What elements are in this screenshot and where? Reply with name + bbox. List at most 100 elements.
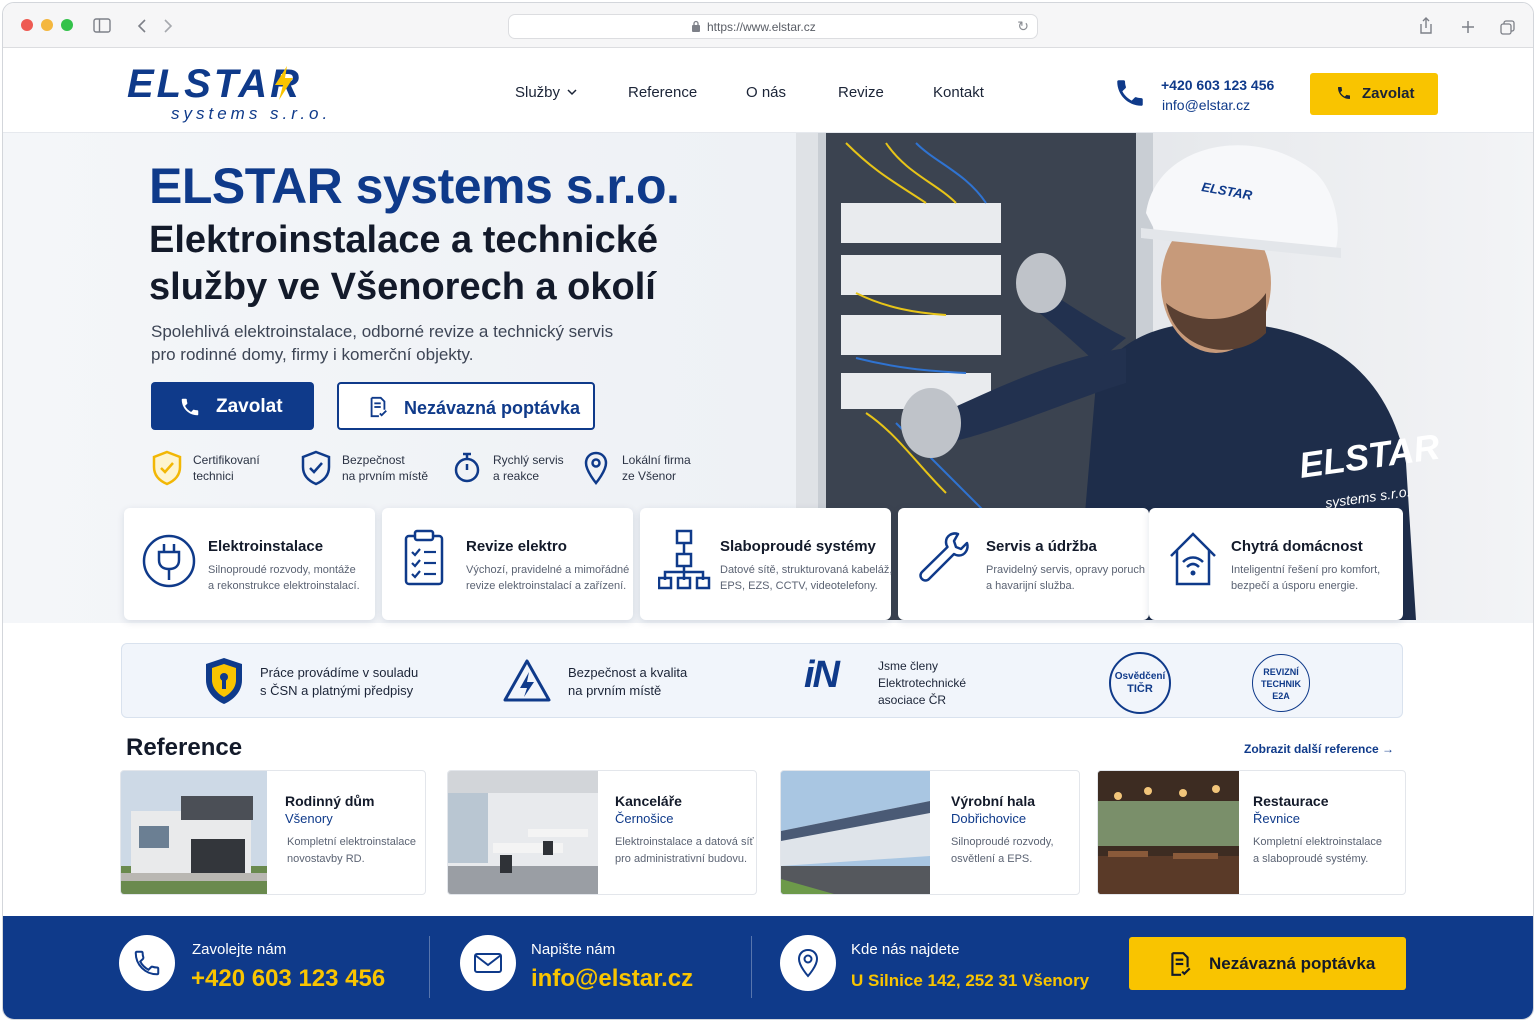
minimize-window-button[interactable]	[41, 19, 53, 31]
reference-description-line: osvětlení a EPS.	[951, 853, 1033, 865]
service-card-revize[interactable]: Revize elektro Výchozí, pravidelné a mim…	[382, 508, 633, 620]
sidebar-icon[interactable]	[93, 18, 111, 33]
hero-title: ELSTAR systems s.r.o.	[149, 158, 680, 214]
nav-contact[interactable]: Kontakt	[933, 84, 984, 101]
url-text: https://www.elstar.cz	[707, 20, 816, 34]
compliance-text-line: na prvním místě	[568, 683, 662, 698]
footer-quote-button[interactable]: Nezávazná poptávka	[1129, 937, 1406, 990]
reference-description: Kompletní elektroinstalace a slaboproudé …	[1253, 834, 1382, 868]
header-email-link[interactable]: info@elstar.cz	[1162, 97, 1250, 113]
service-description-line: a havarijní služba.	[986, 580, 1075, 592]
reference-card-vyrobni-hala[interactable]: Výrobní hala Dobřichovice Silnoproudé ro…	[780, 770, 1080, 895]
footer-address-value: U Silnice 142, 252 31 Všenory	[851, 971, 1090, 990]
reload-icon[interactable]: ↻	[1017, 18, 1029, 35]
hero-quote-button[interactable]: Nezávazná poptávka	[337, 382, 595, 430]
compliance-band: Práce provádíme v souladu s ČSN a platným…	[121, 643, 1403, 718]
seal-line: REVIZNÍ	[1263, 667, 1299, 677]
reference-card-restaurace[interactable]: Restaurace Řevnice Kompletní elektroinst…	[1097, 770, 1406, 895]
hero-description-line: Spolehlivá elektroinstalace, odborné rev…	[151, 322, 614, 341]
nav-revize[interactable]: Revize	[838, 84, 884, 101]
reference-description-line: Kompletní elektroinstalace	[1253, 836, 1383, 848]
smart-home-icon	[1170, 532, 1216, 586]
document-check-icon	[1171, 952, 1191, 976]
reference-card-kancelare[interactable]: Kanceláře Černošice Elektroinstalace a d…	[447, 770, 757, 895]
hero-subtitle: Elektroinstalace a technické služby ve V…	[149, 217, 769, 311]
hero-call-label: Zavolat	[216, 396, 283, 417]
service-title: Chytrá domácnost	[1231, 538, 1363, 555]
header-call-label: Zavolat	[1362, 85, 1415, 102]
nav-about[interactable]: O nás	[746, 84, 786, 101]
service-card-smart-home[interactable]: Chytrá domácnost Inteligentní řešení pro…	[1149, 508, 1403, 620]
service-title: Servis a údržba	[986, 538, 1097, 555]
wrench-icon	[919, 532, 969, 582]
footer-phone-link[interactable]: +420 603 123 456	[191, 965, 385, 993]
compliance-text: Bezpečnost a kvalita na prvním místě	[568, 664, 687, 700]
compliance-text-line: Práce provádíme v souladu	[260, 665, 419, 680]
lock-icon	[692, 20, 700, 32]
reference-photo	[1098, 771, 1239, 894]
service-card-slaboproud[interactable]: Slaboproudé systémy Datové sítě, struktu…	[640, 508, 893, 620]
tabs-icon[interactable]	[1500, 20, 1515, 35]
location-pin-icon	[797, 948, 819, 978]
header-call-button[interactable]: Zavolat	[1310, 73, 1438, 115]
association-logo: iN	[804, 654, 840, 696]
badge-text: Rychlý servis a reakce	[493, 452, 564, 484]
association-text-line: Jsme členy	[878, 659, 939, 673]
footer-divider	[429, 936, 430, 998]
header-phone-link[interactable]: +420 603 123 456	[1161, 77, 1274, 93]
back-icon[interactable]	[137, 19, 147, 33]
house-illustration	[121, 771, 267, 894]
service-description: Inteligentní řešení pro komfort, bezpečí …	[1231, 562, 1380, 594]
compliance-text: Práce provádíme v souladu s ČSN a platným…	[260, 664, 418, 700]
reference-location: Řevnice	[1253, 811, 1300, 826]
plug-icon	[142, 534, 196, 588]
compliance-text-line: s ČSN a platnými předpisy	[260, 683, 414, 698]
location-pin-icon	[584, 451, 608, 485]
site-header: ELSTAR systems s.r.o. Služby Reference O…	[3, 48, 1533, 133]
hero-call-button[interactable]: Zavolat	[151, 382, 314, 430]
seal-line: Osvědčení	[1114, 671, 1166, 682]
address-bar[interactable]: https://www.elstar.cz ↻	[508, 14, 1038, 39]
contact-footer: Zavolejte nám +420 603 123 456 Napište n…	[3, 916, 1533, 1019]
share-icon[interactable]	[1419, 17, 1433, 35]
office-illustration	[448, 771, 598, 894]
reference-title: Výrobní hala	[951, 793, 1036, 809]
nav-reference[interactable]: Reference	[628, 84, 697, 101]
association-text-line: Elektrotechnické	[878, 676, 967, 690]
reference-photo	[121, 771, 267, 894]
forward-icon[interactable]	[163, 19, 173, 33]
reference-description: Kompletní elektroinstalace novostavby RD.	[287, 834, 416, 868]
service-card-elektroinstalace[interactable]: Elektroinstalace Silnoproudé rozvody, mo…	[124, 508, 375, 620]
badge-line: Certifikovaní	[193, 453, 260, 467]
reference-description: Silnoproudé rozvody, osvětlení a EPS.	[951, 834, 1054, 868]
shield-icon	[301, 450, 331, 486]
nav-services[interactable]: Služby	[515, 84, 560, 101]
phone-icon	[1338, 87, 1350, 99]
zoom-window-button[interactable]	[61, 19, 73, 31]
more-references-link[interactable]: Zobrazit další reference →	[1244, 742, 1394, 756]
clipboard-icon	[404, 529, 444, 586]
association-text: Jsme členy Elektrotechnické asociace ČR	[878, 658, 966, 709]
reference-location: Černošice	[615, 811, 674, 826]
chevron-down-icon[interactable]	[567, 89, 577, 96]
reference-title: Kanceláře	[615, 793, 682, 809]
badge-line: ze Všenor	[622, 469, 677, 483]
ticr-certificate-seal: Osvědčení TIČR	[1109, 652, 1171, 714]
service-description-line: Datové sítě, strukturovaná kabeláž,	[720, 564, 893, 576]
footer-email-link[interactable]: info@elstar.cz	[531, 965, 693, 993]
service-description-line: Silnoproudé rozvody, montáže	[208, 564, 356, 576]
logo-tagline: systems s.r.o.	[171, 104, 332, 123]
footer-mail-badge	[460, 935, 516, 991]
reference-description-line: Kompletní elektroinstalace	[287, 836, 417, 848]
service-card-servis[interactable]: Servis a údržba Pravidelný servis, oprav…	[898, 508, 1149, 620]
restaurant-illustration	[1098, 771, 1239, 894]
service-title: Elektroinstalace	[208, 538, 324, 555]
service-description-line: Výchozí, pravidelné a mimořádné	[466, 564, 630, 576]
reference-photo	[781, 771, 930, 894]
revision-technician-seal: REVIZNÍ TECHNIK E2A	[1252, 654, 1310, 712]
close-window-button[interactable]	[21, 19, 33, 31]
service-description-line: a rekonstrukce elektroinstalací.	[208, 580, 360, 592]
reference-card-rodinny-dum[interactable]: Rodinný dům Všenory Kompletní elektroins…	[120, 770, 426, 895]
new-tab-icon[interactable]	[1461, 20, 1475, 34]
reference-description-line: Elektroinstalace a datová síť	[615, 836, 754, 848]
